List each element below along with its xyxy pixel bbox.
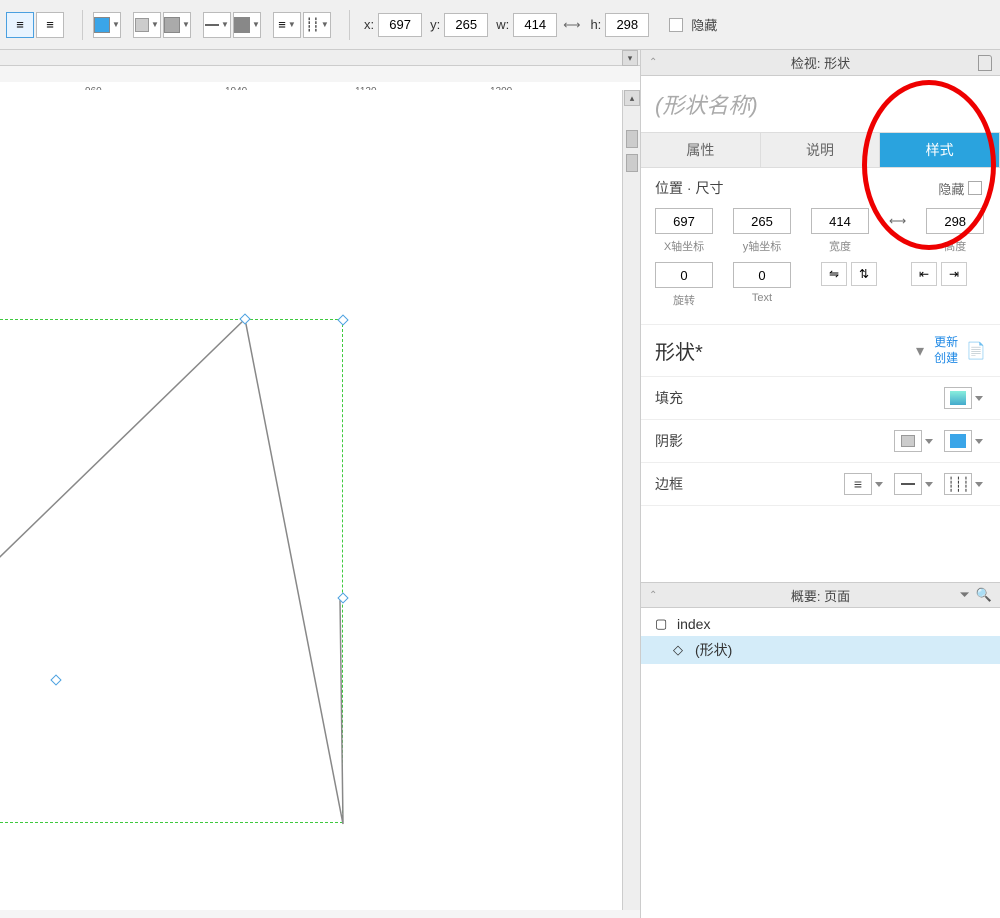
y-field-label: y轴坐标 <box>743 238 782 254</box>
shadow-color-btn[interactable]: ▼ <box>163 12 191 38</box>
page-tree: ▢ index ◇ (形状) <box>641 608 1000 918</box>
fill-color-btn[interactable]: ▼ <box>93 12 121 38</box>
scroll-up-arrow[interactable]: ▴ <box>624 90 640 106</box>
filter-icon[interactable]: ⏷ <box>959 587 969 603</box>
align-icon-1[interactable]: ⇤ <box>911 262 937 286</box>
shape-section-title: 形状* <box>655 336 703 365</box>
text-rotation-field[interactable] <box>733 262 791 288</box>
page-icon: ▢ <box>655 616 671 632</box>
border-style-btn[interactable]: ≡▼ <box>273 12 301 38</box>
rotation-label: 旋转 <box>673 292 695 308</box>
rotation-field[interactable] <box>655 262 713 288</box>
create-link[interactable]: 创建 <box>934 351 958 367</box>
h-input[interactable] <box>605 13 649 37</box>
h-scroll-strip: ▾ <box>0 50 640 66</box>
y-field[interactable] <box>733 208 791 234</box>
top-toolbar: ≡ ≡ ▼ ▼ ▼ ▼ ▼ ≡▼ ┊┊▼ x: y: w: ⟷ h: 隐藏 <box>0 0 1000 50</box>
scroll-thumb[interactable] <box>626 130 638 148</box>
flip-h-icon[interactable]: ⇋ <box>821 262 847 286</box>
border-pattern-swatch[interactable]: ┊┊┊ <box>944 473 972 495</box>
border-label: 边框 <box>655 474 683 494</box>
w-input[interactable] <box>513 13 557 37</box>
w-field[interactable] <box>811 208 869 234</box>
scroll-arrow[interactable]: ▾ <box>622 50 638 66</box>
shadow-color-swatch[interactable] <box>944 430 972 452</box>
search-icon[interactable]: 🔍 <box>976 587 992 603</box>
shape-polyline[interactable] <box>0 319 355 839</box>
align-left-btn[interactable]: ≡ <box>36 12 64 38</box>
hide-checkbox[interactable] <box>669 18 683 32</box>
update-link[interactable]: 更新 <box>934 335 958 351</box>
shadow-label: 阴影 <box>655 431 683 451</box>
canvas[interactable] <box>0 90 640 910</box>
align-left-active[interactable]: ≡ <box>6 12 34 38</box>
shape-name-field[interactable]: (形状名称) <box>641 76 1000 132</box>
y-label: y: <box>430 17 440 32</box>
position-title: 位置 · 尺寸 <box>655 178 723 198</box>
scroll-thumb[interactable] <box>626 154 638 172</box>
x-field-label: X轴坐标 <box>664 238 704 254</box>
hide-checkbox[interactable] <box>968 181 982 195</box>
line-style-btn[interactable]: ▼ <box>203 12 231 38</box>
page-icon[interactable] <box>978 55 992 71</box>
y-input[interactable] <box>444 13 488 37</box>
inspector-title: 检视: 形状 <box>791 53 850 72</box>
w-label: w: <box>496 17 509 32</box>
lock-aspect-icon[interactable]: ⟷ <box>563 18 580 32</box>
shadow-btn[interactable]: ▼ <box>133 12 161 38</box>
inspector-header: ⌃ 检视: 形状 <box>641 50 1000 76</box>
shape-icon: ◇ <box>673 642 689 658</box>
text-label: Text <box>752 292 772 304</box>
x-label: x: <box>364 17 374 32</box>
overview-title: 概要: 页面 <box>791 586 850 605</box>
h-label: h: <box>590 17 601 32</box>
align-icon-2[interactable]: ⇥ <box>941 262 967 286</box>
tree-item-shape[interactable]: ◇ (形状) <box>641 636 1000 664</box>
w-field-label: 宽度 <box>829 238 851 254</box>
dropdown-icon[interactable]: ▾ <box>916 341 924 361</box>
x-field[interactable] <box>655 208 713 234</box>
flip-v-icon[interactable]: ⇅ <box>851 262 877 286</box>
border-pattern-btn[interactable]: ┊┊▼ <box>303 12 331 38</box>
hide-label: 隐藏 <box>938 179 964 198</box>
tab-properties[interactable]: 属性 <box>641 133 761 167</box>
border-weight-swatch[interactable]: ≡ <box>844 473 872 495</box>
copy-icon[interactable]: 📄 <box>966 341 986 361</box>
shadow-type-swatch[interactable] <box>894 430 922 452</box>
fill-swatch[interactable] <box>944 387 972 409</box>
tab-description[interactable]: 说明 <box>761 133 881 167</box>
inspector-body: 位置 · 尺寸 隐藏 X轴坐标 y轴坐标 宽度 ⟷ 高度 旋转 Text ⇋ ⇅… <box>641 168 1000 582</box>
border-color-swatch[interactable] <box>894 473 922 495</box>
inspector-panel: ⌃ 检视: 形状 (形状名称) 属性 说明 样式 位置 · 尺寸 隐藏 X轴坐标… <box>640 50 1000 918</box>
divider <box>82 10 83 40</box>
tree-item-label: index <box>677 616 710 632</box>
collapse-icon[interactable]: ⌃ <box>649 57 657 68</box>
tab-style[interactable]: 样式 <box>880 133 1000 167</box>
fill-label: 填充 <box>655 388 683 408</box>
line-color-btn[interactable]: ▼ <box>233 12 261 38</box>
overview-header: ⌃ 概要: 页面 ⏷ 🔍 <box>641 582 1000 608</box>
v-scrollbar[interactable]: ▴ <box>622 90 640 910</box>
divider <box>349 10 350 40</box>
h-field[interactable] <box>926 208 984 234</box>
inspector-tabs: 属性 说明 样式 <box>641 132 1000 168</box>
h-field-label: 高度 <box>944 238 966 254</box>
tree-item-label: (形状) <box>695 640 732 660</box>
collapse-icon[interactable]: ⌃ <box>649 590 657 601</box>
tree-item-index[interactable]: ▢ index <box>641 612 1000 636</box>
hide-label: 隐藏 <box>691 15 717 34</box>
x-input[interactable] <box>378 13 422 37</box>
lock-wh-icon[interactable]: ⟷ <box>889 214 906 228</box>
